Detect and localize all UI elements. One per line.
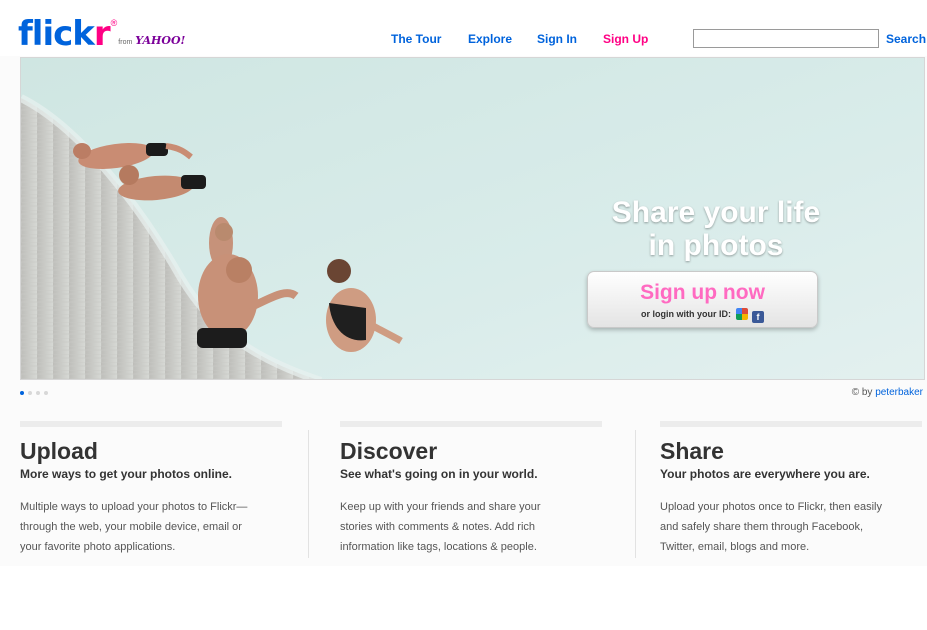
carousel-dot-4[interactable] bbox=[44, 391, 48, 395]
photo-credit-link[interactable]: peterbaker bbox=[875, 387, 923, 398]
nav-the-tour[interactable]: The Tour bbox=[391, 32, 441, 46]
tagline-line-1: Share your life bbox=[611, 196, 821, 229]
feature-share: Share Your photos are everywhere you are… bbox=[660, 421, 922, 557]
carousel-indicators bbox=[20, 391, 48, 395]
feature-body-line: and safely share them through Facebook, bbox=[660, 521, 864, 533]
feature-divider-bar bbox=[20, 421, 282, 427]
carousel-dot-3[interactable] bbox=[36, 391, 40, 395]
feature-body-line: Keep up with your friends and share your bbox=[340, 501, 541, 513]
facebook-icon[interactable]: f bbox=[752, 311, 765, 323]
page-footer-space bbox=[0, 566, 927, 630]
feature-subtitle: See what's going on in your world. bbox=[340, 467, 538, 481]
feature-body: Multiple ways to upload your photos to F… bbox=[20, 497, 282, 557]
feature-body-line: Upload your photos once to Flickr, then … bbox=[660, 501, 882, 513]
feature-body-line: Twitter, email, blogs and more. bbox=[660, 541, 810, 553]
feature-divider bbox=[635, 430, 636, 558]
tagline-line-2: in photos bbox=[648, 229, 784, 262]
feature-subtitle: More ways to get your photos online. bbox=[20, 467, 233, 481]
photo-credit: © by peterbaker bbox=[852, 387, 923, 398]
feature-body: Upload your photos once to Flickr, then … bbox=[660, 497, 922, 557]
nav-sign-up[interactable]: Sign Up bbox=[603, 32, 648, 46]
hero-tagline: Share your life in photos bbox=[581, 196, 851, 262]
feature-body-line: stories with comments & notes. Add rich bbox=[340, 521, 536, 533]
login-with-id-text: or login with your ID: f bbox=[588, 308, 817, 323]
feature-body-line: your favorite photo applications. bbox=[20, 541, 176, 553]
nav-explore[interactable]: Explore bbox=[468, 32, 512, 46]
logo-wordmark: flickr bbox=[18, 17, 111, 51]
hero-banner: Share your life in photos Sign up now or… bbox=[20, 57, 925, 380]
feature-title: Share bbox=[660, 438, 724, 464]
page: flickr ® from YAHOO! The Tour Explore Si… bbox=[0, 0, 927, 630]
registered-mark: ® bbox=[110, 18, 118, 28]
logo-text-flick: flick bbox=[18, 14, 95, 54]
feature-body-line: information like tags, locations & peopl… bbox=[340, 541, 537, 553]
sign-up-now-label: Sign up now bbox=[640, 281, 765, 304]
nav-sign-in[interactable]: Sign In bbox=[537, 32, 577, 46]
feature-title: Upload bbox=[20, 438, 98, 464]
flickr-logo[interactable]: flickr ® from YAHOO! bbox=[18, 14, 186, 51]
search-input[interactable] bbox=[693, 29, 879, 48]
logo-text-r: r bbox=[93, 14, 111, 54]
yahoo-logo: YAHOO! bbox=[135, 34, 186, 47]
carousel-dot-2[interactable] bbox=[28, 391, 32, 395]
feature-divider bbox=[308, 430, 309, 558]
feature-divider-bar bbox=[340, 421, 602, 427]
feature-discover: Discover See what's going on in your wor… bbox=[340, 421, 602, 557]
google-icon[interactable] bbox=[735, 308, 748, 320]
carousel-dot-1[interactable] bbox=[20, 391, 24, 395]
photo-credit-prefix: © by bbox=[851, 387, 873, 398]
login-with-id-label: or login with your ID: bbox=[640, 309, 731, 319]
feature-divider-bar bbox=[660, 421, 922, 427]
sign-up-now-button[interactable]: Sign up now or login with your ID: f bbox=[587, 271, 818, 328]
site-header: flickr ® from YAHOO! The Tour Explore Si… bbox=[0, 0, 927, 56]
feature-title: Discover bbox=[340, 438, 438, 464]
feature-body: Keep up with your friends and share your… bbox=[340, 497, 602, 557]
search-button[interactable]: Search bbox=[886, 32, 926, 46]
logo-from-text: from bbox=[118, 39, 133, 46]
feature-subtitle: Your photos are everywhere you are. bbox=[660, 467, 870, 481]
feature-body-line: through the web, your mobile device, ema… bbox=[20, 521, 242, 533]
feature-upload: Upload More ways to get your photos onli… bbox=[20, 421, 282, 557]
feature-body-line: Multiple ways to upload your photos to F… bbox=[20, 501, 248, 513]
